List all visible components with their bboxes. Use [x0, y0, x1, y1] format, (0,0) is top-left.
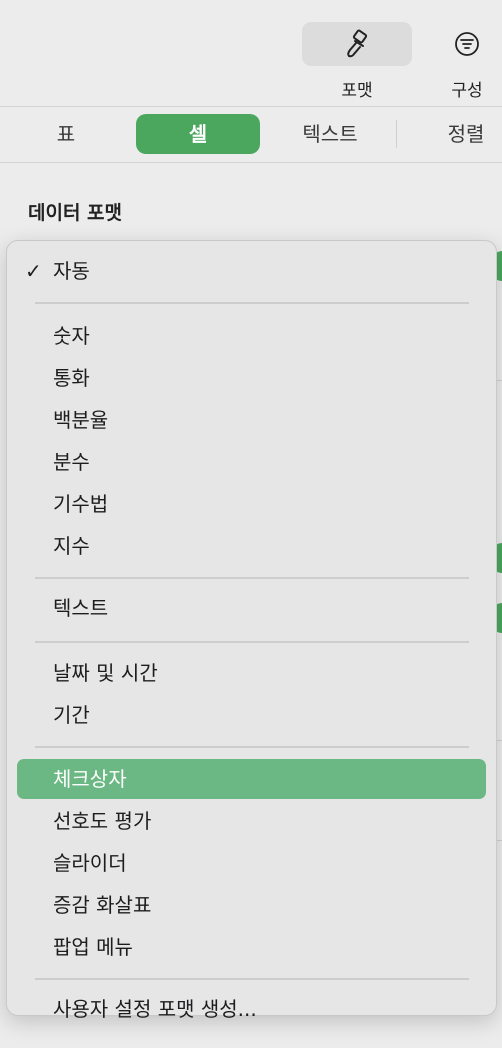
menu-separator: [35, 978, 469, 980]
arrange-label: 구성: [451, 81, 483, 101]
menu-separator: [35, 641, 469, 643]
menu-item-percentage[interactable]: 백분율: [17, 402, 486, 438]
menu-item-duration[interactable]: 기간: [17, 697, 486, 733]
menu-item-checkbox[interactable]: 체크상자: [17, 759, 486, 799]
data-format-title: 데이터 포맷: [28, 202, 123, 224]
data-format-menu: ✓ 자동 숫자 통화 백분율 분수 기수법 지수 텍스트 날짜 및 시간 기간 …: [6, 240, 497, 1021]
menu-item-numeral-system[interactable]: 기수법: [17, 486, 486, 522]
format-button[interactable]: 포맷: [302, 22, 412, 101]
arrange-icon: [412, 22, 502, 66]
tab-sort[interactable]: 정렬: [430, 114, 502, 154]
menu-item-text[interactable]: 텍스트: [17, 590, 486, 626]
inspector-toolbar: 포맷 구성: [0, 0, 502, 107]
tab-table[interactable]: 표: [40, 114, 92, 154]
tab-divider: [396, 120, 397, 148]
menu-item-create-custom-format[interactable]: 사용자 설정 포맷 생성...: [17, 992, 486, 1026]
menu-item-stepper[interactable]: 증감 화살표: [17, 887, 486, 923]
menu-separator: [35, 746, 469, 748]
paintbrush-icon: [302, 22, 412, 66]
tab-text[interactable]: 텍스트: [290, 114, 370, 154]
menu-item-scientific[interactable]: 지수: [17, 528, 486, 564]
menu-separator: [35, 577, 469, 579]
inspector-tabs: 표 셀 텍스트 정렬: [0, 106, 502, 163]
menu-separator: [35, 302, 469, 304]
tab-cell[interactable]: 셀: [136, 114, 260, 154]
menu-item-date-time[interactable]: 날짜 및 시간: [17, 655, 486, 691]
menu-item-fraction[interactable]: 분수: [17, 444, 486, 480]
menu-item-currency[interactable]: 통화: [17, 360, 486, 396]
menu-item-number[interactable]: 숫자: [17, 318, 486, 354]
menu-item-star-rating[interactable]: 선호도 평가: [17, 803, 486, 839]
checkmark-icon: ✓: [25, 259, 42, 283]
menu-item-popup-menu[interactable]: 팝업 메뉴: [17, 929, 486, 965]
arrange-button[interactable]: 구성: [412, 22, 502, 101]
format-label: 포맷: [341, 81, 373, 101]
menu-item-slider[interactable]: 슬라이더: [17, 845, 486, 881]
menu-item-auto[interactable]: ✓ 자동: [17, 253, 486, 289]
